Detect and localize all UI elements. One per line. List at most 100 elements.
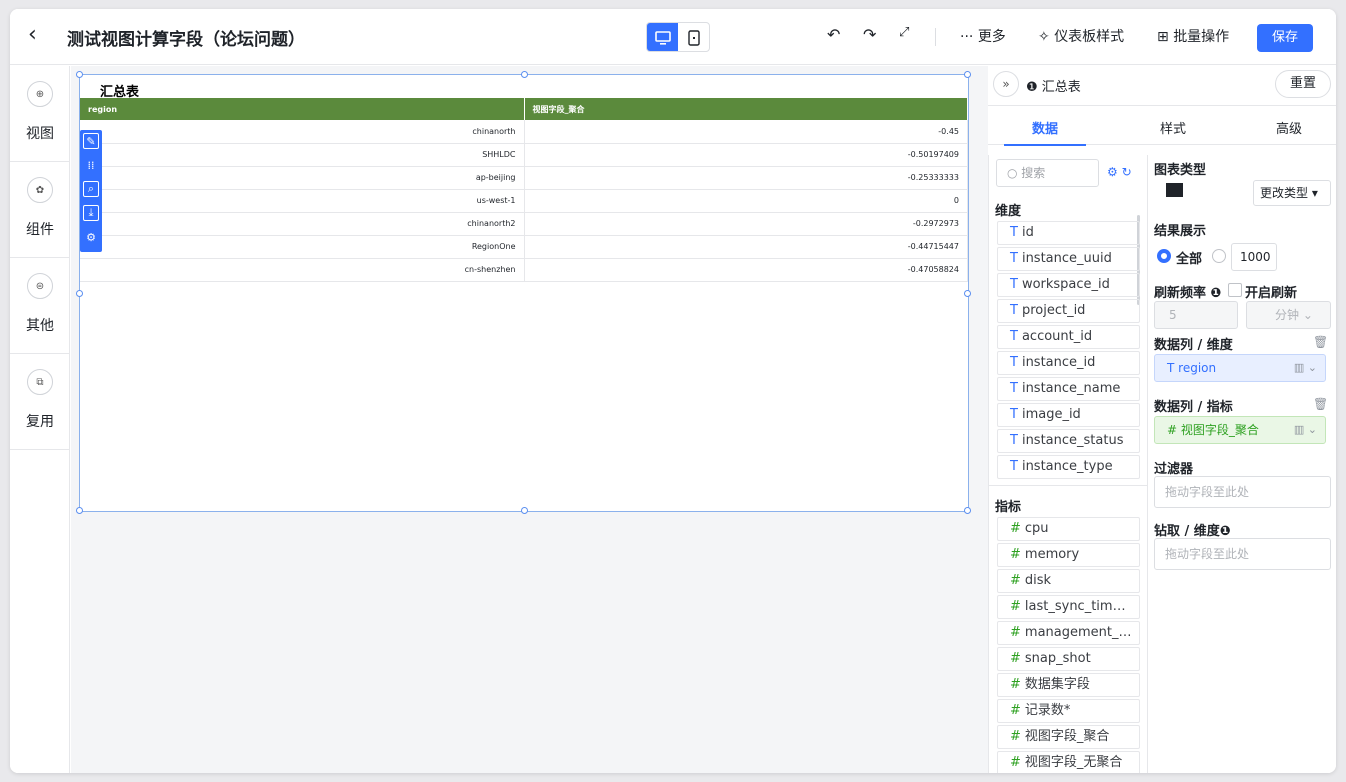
reset-button[interactable]: 重置	[1275, 70, 1331, 98]
table-row: SHHLDC -0.50197409	[80, 143, 968, 167]
refresh-interval-input[interactable]: 5	[1154, 301, 1238, 329]
dimension-chip[interactable]: T region ▥ ⌄	[1154, 354, 1326, 382]
column-header[interactable]: 视图字段_聚合	[524, 98, 968, 120]
metric-field[interactable]: # disk	[997, 569, 1140, 593]
dimension-field[interactable]: Tinstance_type	[997, 455, 1140, 479]
number-type-icon: #	[1010, 677, 1021, 692]
number-type-icon: #	[1010, 521, 1021, 536]
limit-input[interactable]: 1000	[1231, 243, 1277, 271]
sidebar-item-view[interactable]: ⊕ 视图	[10, 66, 70, 162]
ellipsis-icon: ···	[960, 29, 978, 45]
trash-icon[interactable]: 🗑	[1313, 335, 1328, 349]
chip-actions-icon[interactable]: ▥ ⌄	[1294, 355, 1317, 381]
filter-dropzone[interactable]: 拖动字段至此处	[1154, 476, 1331, 508]
number-type-icon: #	[1010, 729, 1021, 744]
metric-chip[interactable]: # 视图字段_聚合 ▥ ⌄	[1154, 416, 1326, 444]
sidebar-item-component[interactable]: ✿ 组件	[10, 162, 70, 258]
region-cell: chinanorth	[80, 120, 525, 144]
more-label: 更多	[977, 29, 1006, 45]
field-panel: ○ 搜索 ⚙ ↻ 维度 Tid Tinstance_uuid Tworkspac…	[988, 155, 1148, 773]
back-icon[interactable]: ‹	[28, 23, 52, 49]
sidebar-item-other[interactable]: ⊜ 其他	[10, 258, 70, 354]
mobile-view-button[interactable]	[678, 23, 709, 51]
metric-field[interactable]: # 数据集字段	[997, 673, 1140, 697]
resize-handle[interactable]	[76, 507, 83, 514]
sidebar-item-label: 复用	[26, 414, 54, 430]
metric-field[interactable]: # 记录数*	[997, 699, 1140, 723]
dashboard-style-button[interactable]: ✧ 仪表板样式	[1038, 26, 1124, 46]
metric-field[interactable]: # 视图字段_无聚合	[997, 751, 1140, 773]
dimension-field[interactable]: Taccount_id	[997, 325, 1140, 349]
dimensions-section-title: 维度	[995, 204, 1022, 219]
dimension-field[interactable]: Tinstance_uuid	[997, 247, 1140, 271]
dimension-field[interactable]: Tinstance_id	[997, 351, 1140, 375]
save-button[interactable]: 保存	[1257, 24, 1313, 52]
redo-icon[interactable]: ↷	[863, 25, 876, 44]
drag-icon[interactable]: ⁞⁞	[83, 157, 99, 173]
text-type-icon: T	[1010, 251, 1018, 266]
export-icon[interactable]: ⤓	[83, 205, 99, 221]
metric-field[interactable]: # 视图字段_聚合	[997, 725, 1140, 749]
view-data-icon[interactable]: ⌕	[83, 181, 99, 197]
tab-advanced[interactable]: 高级	[1276, 118, 1302, 137]
refresh-icon[interactable]: ↻	[1122, 165, 1132, 179]
number-type-icon: #	[1010, 625, 1021, 640]
metric-field[interactable]: # management_…	[997, 621, 1140, 645]
dimension-field[interactable]: Tid	[997, 221, 1140, 245]
metric-chip-label: 视图字段_聚合	[1180, 423, 1259, 437]
resize-handle[interactable]	[964, 507, 971, 514]
info-icon: ❶	[1210, 286, 1222, 301]
field-search-input[interactable]: ○ 搜索	[996, 159, 1099, 187]
collapse-panel-icon[interactable]: »	[993, 71, 1019, 97]
radio-limit[interactable]	[1212, 249, 1226, 263]
section-splitter[interactable]	[989, 485, 1148, 486]
metric-field[interactable]: # last_sync_tim…	[997, 595, 1140, 619]
settings-icon[interactable]: ⚙	[83, 229, 99, 245]
field-name: 数据集字段	[1024, 677, 1090, 692]
dimension-field[interactable]: Tinstance_status	[997, 429, 1140, 453]
resize-handle[interactable]	[964, 290, 971, 297]
chip-actions-icon[interactable]: ▥ ⌄	[1294, 417, 1317, 443]
fullscreen-icon[interactable]: ⤢	[899, 25, 909, 40]
refresh-unit-select[interactable]: 分钟 ⌄	[1246, 301, 1331, 329]
drill-dropzone[interactable]: 拖动字段至此处	[1154, 538, 1331, 570]
metric-field[interactable]: # snap_shot	[997, 647, 1140, 671]
region-cell: ap-beijing	[80, 166, 525, 190]
value-cell: -0.25333333	[524, 166, 968, 190]
desktop-view-button[interactable]	[647, 23, 678, 51]
sidebar-item-reuse[interactable]: ⧉ 复用	[10, 354, 70, 450]
enable-refresh-label: 开启刷新	[1245, 286, 1298, 301]
dimension-field[interactable]: Timage_id	[997, 403, 1140, 427]
resize-handle[interactable]	[521, 71, 528, 78]
resize-handle[interactable]	[76, 290, 83, 297]
metric-field[interactable]: # memory	[997, 543, 1140, 567]
edit-icon[interactable]: ✎	[83, 133, 99, 149]
grid-icon: ⊞	[1157, 29, 1174, 45]
filter-settings-icon[interactable]: ⚙	[1107, 165, 1118, 179]
table-row: ap-beijing -0.25333333	[80, 166, 968, 190]
column-header[interactable]: region	[80, 98, 525, 120]
tab-style[interactable]: 样式	[1160, 118, 1186, 137]
drill-label-text: 钻取 / 维度	[1154, 524, 1220, 539]
more-button[interactable]: ··· 更多	[960, 26, 1006, 46]
resize-handle[interactable]	[964, 71, 971, 78]
resize-handle[interactable]	[76, 71, 83, 78]
value-cell: -0.47058824	[524, 258, 968, 282]
dimension-field[interactable]: Tworkspace_id	[997, 273, 1140, 297]
chart-widget[interactable]: 汇总表 region 视图字段_聚合 chinanorth -0.45 SHHLD…	[76, 71, 971, 514]
magic-wand-icon: ✧	[1038, 29, 1055, 45]
enable-refresh-checkbox[interactable]	[1228, 283, 1242, 297]
trash-icon[interactable]: 🗑	[1313, 397, 1328, 411]
table-row: cn-shenzhen -0.47058824	[80, 258, 968, 282]
change-type-dropdown[interactable]: 更改类型 ▾	[1253, 180, 1331, 206]
metric-field[interactable]: # cpu	[997, 517, 1140, 541]
dimension-field[interactable]: Tinstance_name	[997, 377, 1140, 401]
batch-operation-button[interactable]: ⊞ 批量操作	[1157, 26, 1229, 46]
tab-data[interactable]: 数据	[1032, 118, 1058, 137]
undo-icon[interactable]: ↶	[827, 25, 840, 44]
dimension-field[interactable]: Tproject_id	[997, 299, 1140, 323]
field-name: 记录数*	[1024, 703, 1071, 718]
resize-handle[interactable]	[521, 507, 528, 514]
chart-type-label: 图表类型	[1154, 163, 1207, 178]
radio-all[interactable]	[1157, 249, 1171, 263]
